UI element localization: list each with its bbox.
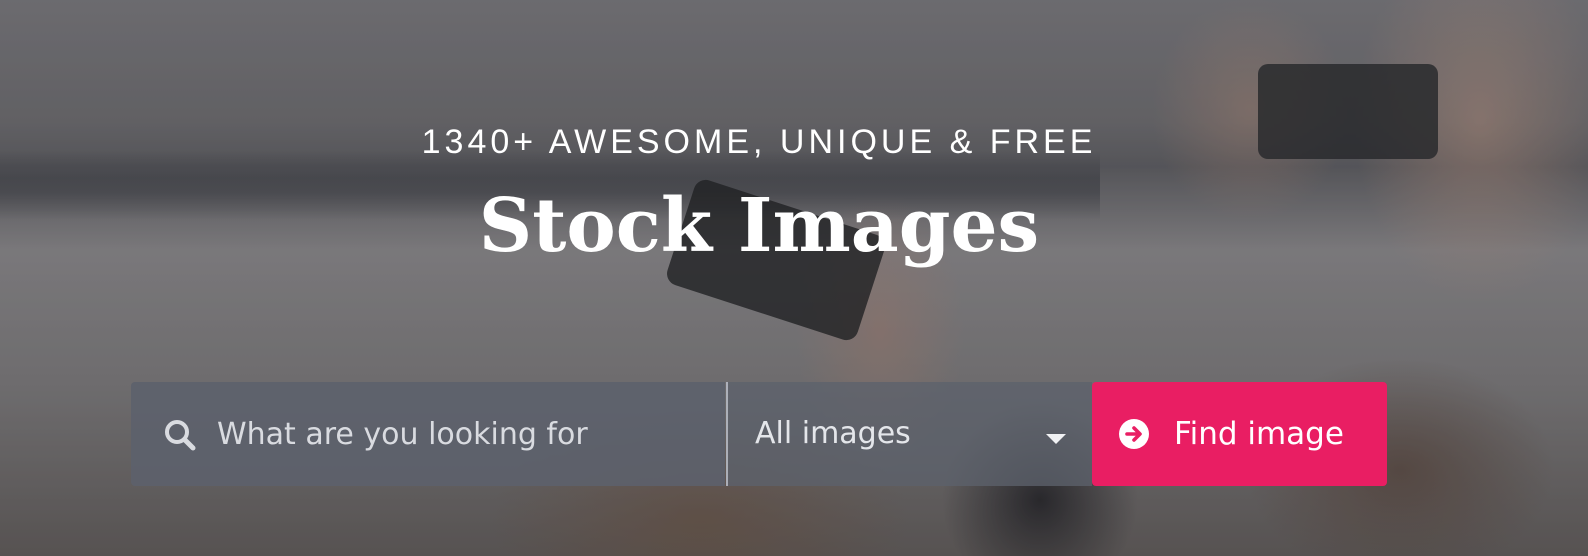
search-field <box>131 382 725 486</box>
arrow-circle-right-icon <box>1119 419 1149 449</box>
search-icon <box>165 420 196 451</box>
search-input[interactable] <box>217 382 707 486</box>
category-select[interactable]: All images <box>728 382 1092 486</box>
hero-kicker: 1340+ AWESOME, UNIQUE & FREE <box>421 123 1097 161</box>
caret-down-icon <box>1046 434 1066 444</box>
find-image-button[interactable]: Find image <box>1092 382 1387 486</box>
hero-title: Stock Images <box>478 183 1040 269</box>
search-form: All images Find image <box>131 382 1387 486</box>
hero-banner: 1340+ AWESOME, UNIQUE & FREE Stock Image… <box>0 0 1588 556</box>
category-selected-value: All images <box>755 416 911 451</box>
find-image-label: Find image <box>1174 416 1344 452</box>
